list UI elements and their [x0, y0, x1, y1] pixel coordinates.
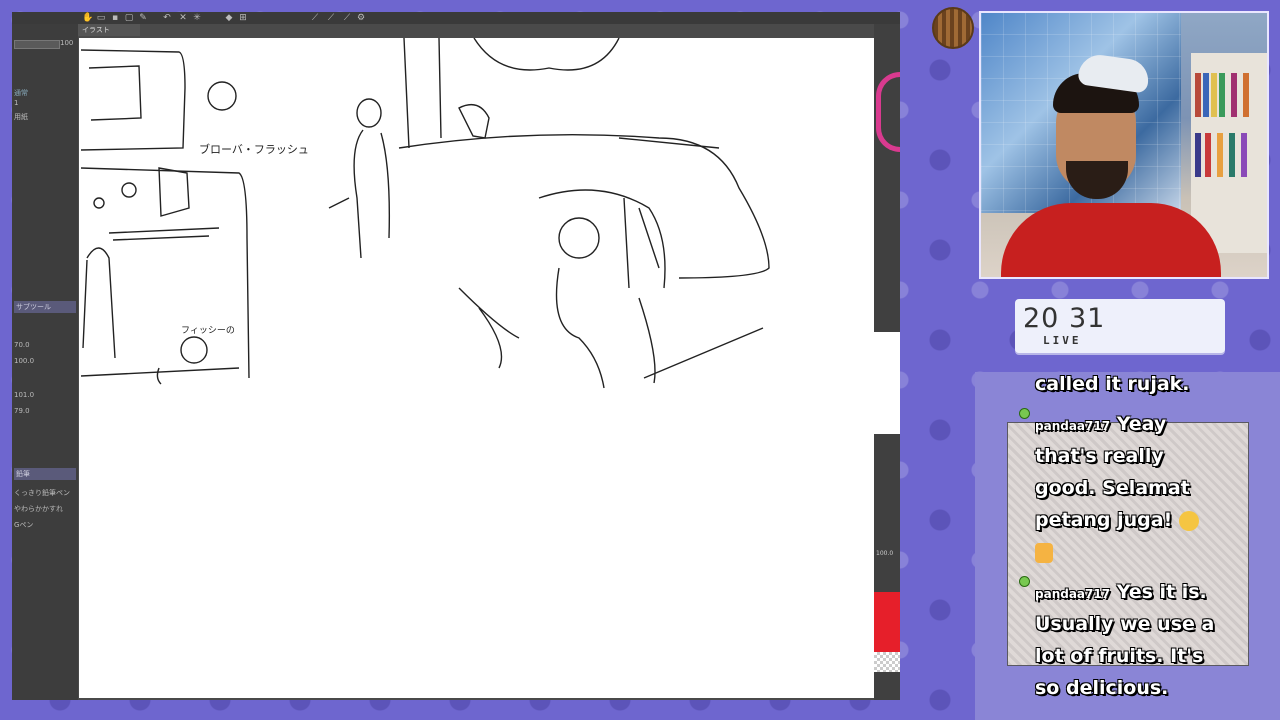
undo-icon[interactable]: ↶ [162, 13, 172, 23]
drawing-app-window: ✋ ▭ ▪ ▢ ✎ ↶ ✕ ✳ ◆ ⊞ ⟋ ⟋ ⟋ ⚙ 100 通常 1 用紙 … [12, 12, 900, 700]
navigator-preview[interactable] [874, 332, 900, 434]
pen-item[interactable]: くっきり鉛筆ペン [14, 488, 74, 498]
brush-size-row[interactable]: 101.0 [14, 390, 74, 400]
opacity-slider[interactable] [14, 40, 60, 49]
ruler-icon[interactable]: ⟋ [326, 13, 336, 23]
new-file-icon[interactable]: ▭ [96, 13, 106, 23]
transform-icon[interactable]: ⊞ [238, 13, 248, 23]
chat-message-text: Usually we use a [1035, 613, 1215, 635]
grinning-face-icon [1178, 510, 1199, 531]
chat-message-text: that's really [1035, 445, 1164, 467]
brush-size-row[interactable]: 100.0 [14, 356, 74, 366]
pen-item[interactable]: やわらかかすれ [14, 504, 74, 514]
color-wheel[interactable] [876, 72, 900, 152]
person-shirt [1001, 203, 1221, 277]
left-tool-panel: 100 通常 1 用紙 サブツール 70.0 100.0 101.0 79.0 … [12, 24, 78, 700]
fill-icon[interactable]: ◆ [224, 13, 234, 23]
sketch-drawing: ブローバ・フラッシュ フィッシーの [80, 38, 770, 389]
blend-mode[interactable]: 通常 [14, 88, 74, 98]
canvas-tab[interactable]: イラスト [78, 24, 140, 36]
chat-message-text: Yeay [1116, 413, 1167, 435]
subtool-tab[interactable]: サブツール [14, 301, 76, 313]
chat-message-text: lot of fruits. It's [1035, 645, 1204, 667]
spinner-icon[interactable]: ✳ [192, 13, 202, 23]
webcam-feed [979, 11, 1269, 279]
chat-message-text: so delicious. [1035, 677, 1169, 699]
layer-item[interactable]: 1 [14, 98, 74, 108]
chat-message-text: Yes it is. [1116, 581, 1207, 603]
pen-tool-icon[interactable]: ⟋ [310, 13, 320, 23]
pen-item[interactable]: Gペン [14, 520, 74, 530]
canvas-zoom-label: 100.0 [876, 550, 894, 557]
transparent-color-swatch[interactable] [874, 652, 900, 672]
brush-size-row[interactable]: 79.0 [14, 406, 74, 416]
drawing-canvas[interactable]: ブローバ・フラッシュ フィッシーの [79, 38, 874, 698]
live-label: LIVE [1043, 334, 1082, 347]
thumbs-up-icon [1035, 542, 1053, 563]
paper-layer[interactable]: 用紙 [14, 112, 74, 122]
chat-username: pandaa717 [1035, 419, 1111, 433]
brush-icon[interactable]: ✎ [138, 13, 148, 23]
chat-message-text: called it rujak. [1035, 373, 1190, 395]
main-color-swatch[interactable] [874, 592, 900, 652]
save-icon[interactable]: ▪ [110, 13, 120, 23]
sketch-label: フィッシーの [181, 326, 235, 336]
sketch-label: ブローバ・フラッシュ [199, 142, 309, 156]
settings-icon[interactable]: ⚙ [356, 13, 366, 23]
zoom-value: 100 [60, 39, 74, 47]
chat-username: pandaa717 [1035, 587, 1111, 601]
chat-message-text: good. Selamat [1035, 477, 1190, 499]
chat-badge-icon [1019, 408, 1030, 419]
streamer-avatar [932, 7, 974, 49]
timer-time: 20 31 [1023, 303, 1106, 334]
clear-icon[interactable]: ✕ [178, 13, 188, 23]
chat-message-text: petang juga! [1035, 509, 1173, 531]
app-toolbar: ✋ ▭ ▪ ▢ ✎ ↶ ✕ ✳ ◆ ⊞ ⟋ ⟋ ⟋ ⚙ [12, 12, 900, 24]
pencil-tab[interactable]: 鉛筆 [14, 468, 76, 480]
hand-icon[interactable]: ✋ [82, 13, 93, 23]
bookshelf [1191, 53, 1267, 253]
brush-size-row[interactable]: 70.0 [14, 340, 74, 350]
chat-badge-icon [1019, 576, 1030, 587]
stream-timer: 20 31 LIVE [1015, 299, 1225, 353]
chat-overlay: called it rujak. pandaa717 Yeay that's r… [975, 372, 1280, 720]
line-icon[interactable]: ⟋ [342, 13, 352, 23]
layer-icon[interactable]: ▢ [124, 13, 134, 23]
